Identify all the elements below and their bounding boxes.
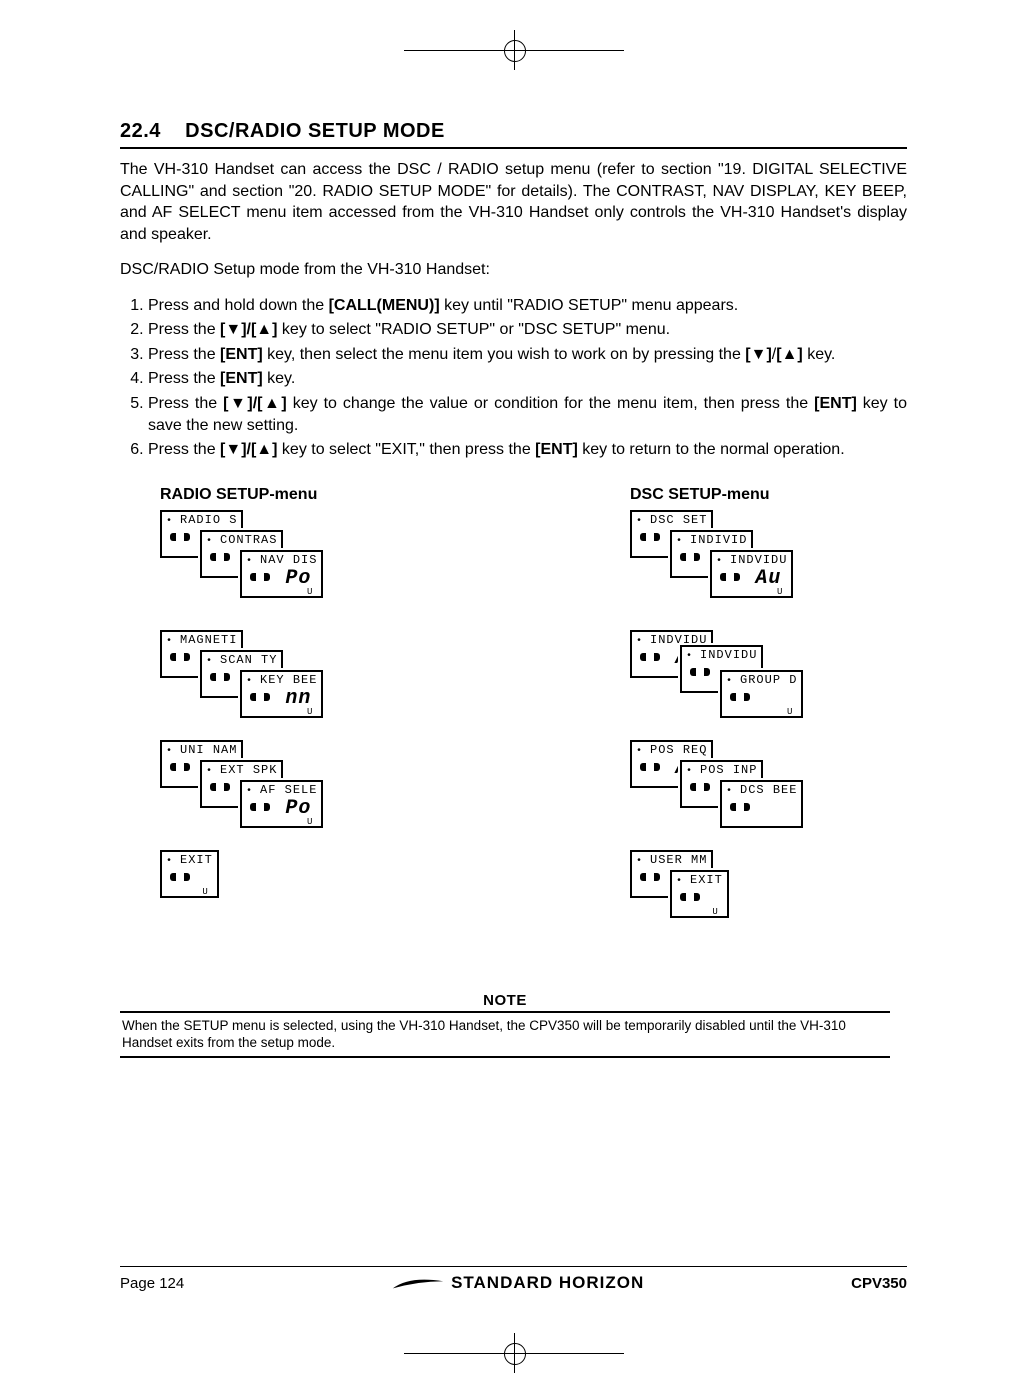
section-title-text: DSC/RADIO SETUP MODE xyxy=(185,120,445,142)
radio-menu-title: RADIO SETUP-menu xyxy=(160,486,480,504)
crop-mark-bottom xyxy=(404,1333,624,1373)
lcd-dcs-bee: DCS BEE xyxy=(720,780,803,828)
step-4: Press the [ENT] key. xyxy=(148,368,907,390)
section-heading: 22.4 DSC/RADIO SETUP MODE xyxy=(120,120,907,143)
menu-diagrams: RADIO SETUP-menu RADIO S CONTRAS NAV DIS… xyxy=(120,480,907,980)
step-2: Press the [▼]/[▲] key to select "RADIO S… xyxy=(148,319,907,341)
lcd-exit: EXITU xyxy=(160,850,219,898)
note-block: NOTE When the SETUP menu is selected, us… xyxy=(120,992,890,1058)
step-6: Press the [▼]/[▲] key to select "EXIT," … xyxy=(148,439,907,461)
page-number: Page 124 xyxy=(120,1275,184,1292)
lcd-dsc-exit: EXITU xyxy=(670,870,729,918)
section-rule xyxy=(120,147,907,149)
footer-rule xyxy=(120,1266,907,1267)
steps-list: Press and hold down the [CALL(MENU)] key… xyxy=(120,295,907,462)
lcd-key-bee: KEY BEEnnU xyxy=(240,670,323,718)
section-number: 22.4 xyxy=(120,120,161,142)
lcd-group-d: GROUP DU xyxy=(720,670,803,718)
lcd-nav-dis: NAV DISPoU xyxy=(240,550,323,598)
radio-cascade: RADIO S CONTRAS NAV DISPoU MAGNETISU SCA… xyxy=(160,510,480,940)
dsc-menu-title: DSC SETUP-menu xyxy=(630,486,950,504)
model-number: CPV350 xyxy=(851,1275,907,1292)
dsc-cascade: DSC SET INDIVID INDVIDUAuU INDVIDUAı IND… xyxy=(630,510,950,980)
crop-mark-top xyxy=(404,30,624,70)
lead-paragraph: DSC/RADIO Setup mode from the VH-310 Han… xyxy=(120,259,907,281)
step-3: Press the [ENT] key, then select the men… xyxy=(148,344,907,366)
note-heading: NOTE xyxy=(120,992,890,1009)
lcd-af-sele: AF SELEPoU xyxy=(240,780,323,828)
note-text: When the SETUP menu is selected, using t… xyxy=(120,1013,890,1056)
brand-logo: STANDARD HORIZON xyxy=(391,1273,644,1293)
brand-text: STANDARD HORIZON xyxy=(451,1273,644,1293)
note-rule-bottom xyxy=(120,1056,890,1058)
lcd-indvidu-1: INDVIDUAuU xyxy=(710,550,793,598)
page-footer: Page 124 STANDARD HORIZON CPV350 xyxy=(120,1258,907,1293)
intro-paragraph: The VH-310 Handset can access the DSC / … xyxy=(120,159,907,245)
swoosh-icon xyxy=(391,1274,445,1292)
step-1: Press and hold down the [CALL(MENU)] key… xyxy=(148,295,907,317)
step-5: Press the [▼]/[▲] key to change the valu… xyxy=(148,393,907,438)
